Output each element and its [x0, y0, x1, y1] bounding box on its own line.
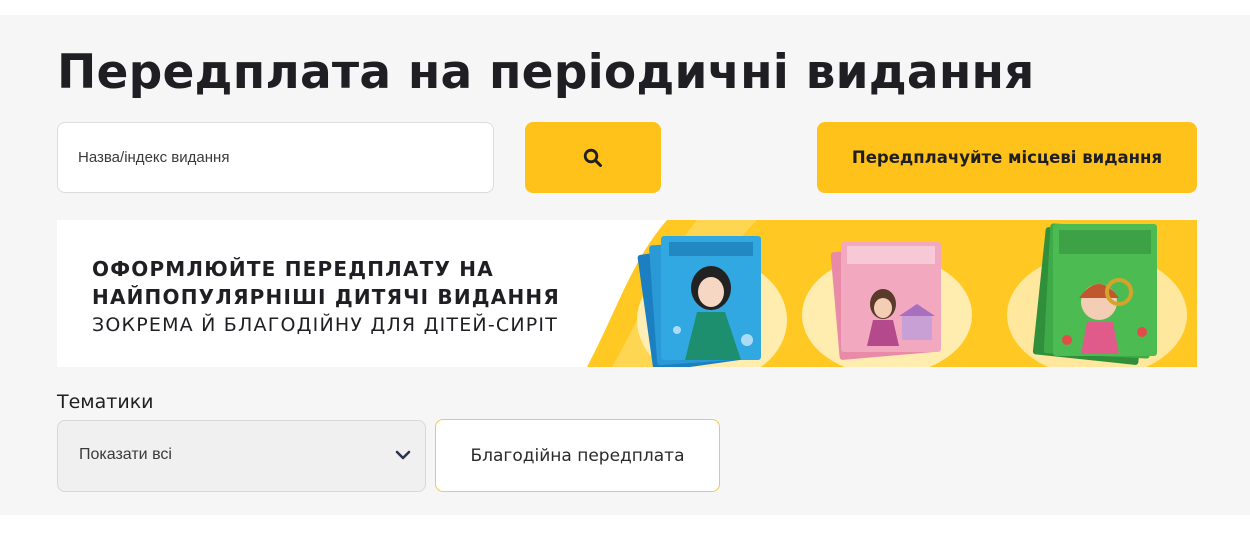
banner-subline: ЗОКРЕМА Й БЛАГОДІЙНУ ДЛЯ ДІТЕЙ-СИРІТ — [92, 314, 559, 336]
magazine-cover-piznaiko — [830, 242, 941, 360]
topics-label: Тематики — [57, 391, 154, 413]
topics-select-value: Показати всі — [79, 446, 172, 463]
magazine-cover-math-coloring — [1032, 223, 1157, 365]
promo-banner[interactable]: ОФОРМЛЮЙТЕ ПЕРЕДПЛАТУ НА НАЙПОПУЛЯРНІШІ … — [57, 220, 1197, 367]
page: Передплата на періодичні видання Передпл… — [0, 0, 1250, 546]
search-input[interactable] — [57, 122, 494, 193]
magazine-cover-snow-white — [637, 236, 761, 367]
charity-subscription-button[interactable]: Благодійна передплата — [435, 419, 720, 492]
chevron-down-icon — [395, 450, 411, 460]
local-publications-button[interactable]: Передплачуйте місцеві видання — [817, 122, 1197, 193]
banner-headline-line2: НАЙПОПУЛЯРНІШІ ДИТЯЧІ ВИДАННЯ — [92, 285, 560, 309]
banner-headline-line1: ОФОРМЛЮЙТЕ ПЕРЕДПЛАТУ НА — [92, 257, 494, 281]
topics-select[interactable]: Показати всі — [57, 420, 426, 492]
page-title: Передплата на періодичні видання — [57, 45, 1035, 100]
search-button[interactable] — [525, 122, 661, 193]
banner-text: ОФОРМЛЮЙТЕ ПЕРЕДПЛАТУ НА НАЙПОПУЛЯРНІШІ … — [92, 255, 560, 339]
search-icon — [583, 148, 602, 167]
